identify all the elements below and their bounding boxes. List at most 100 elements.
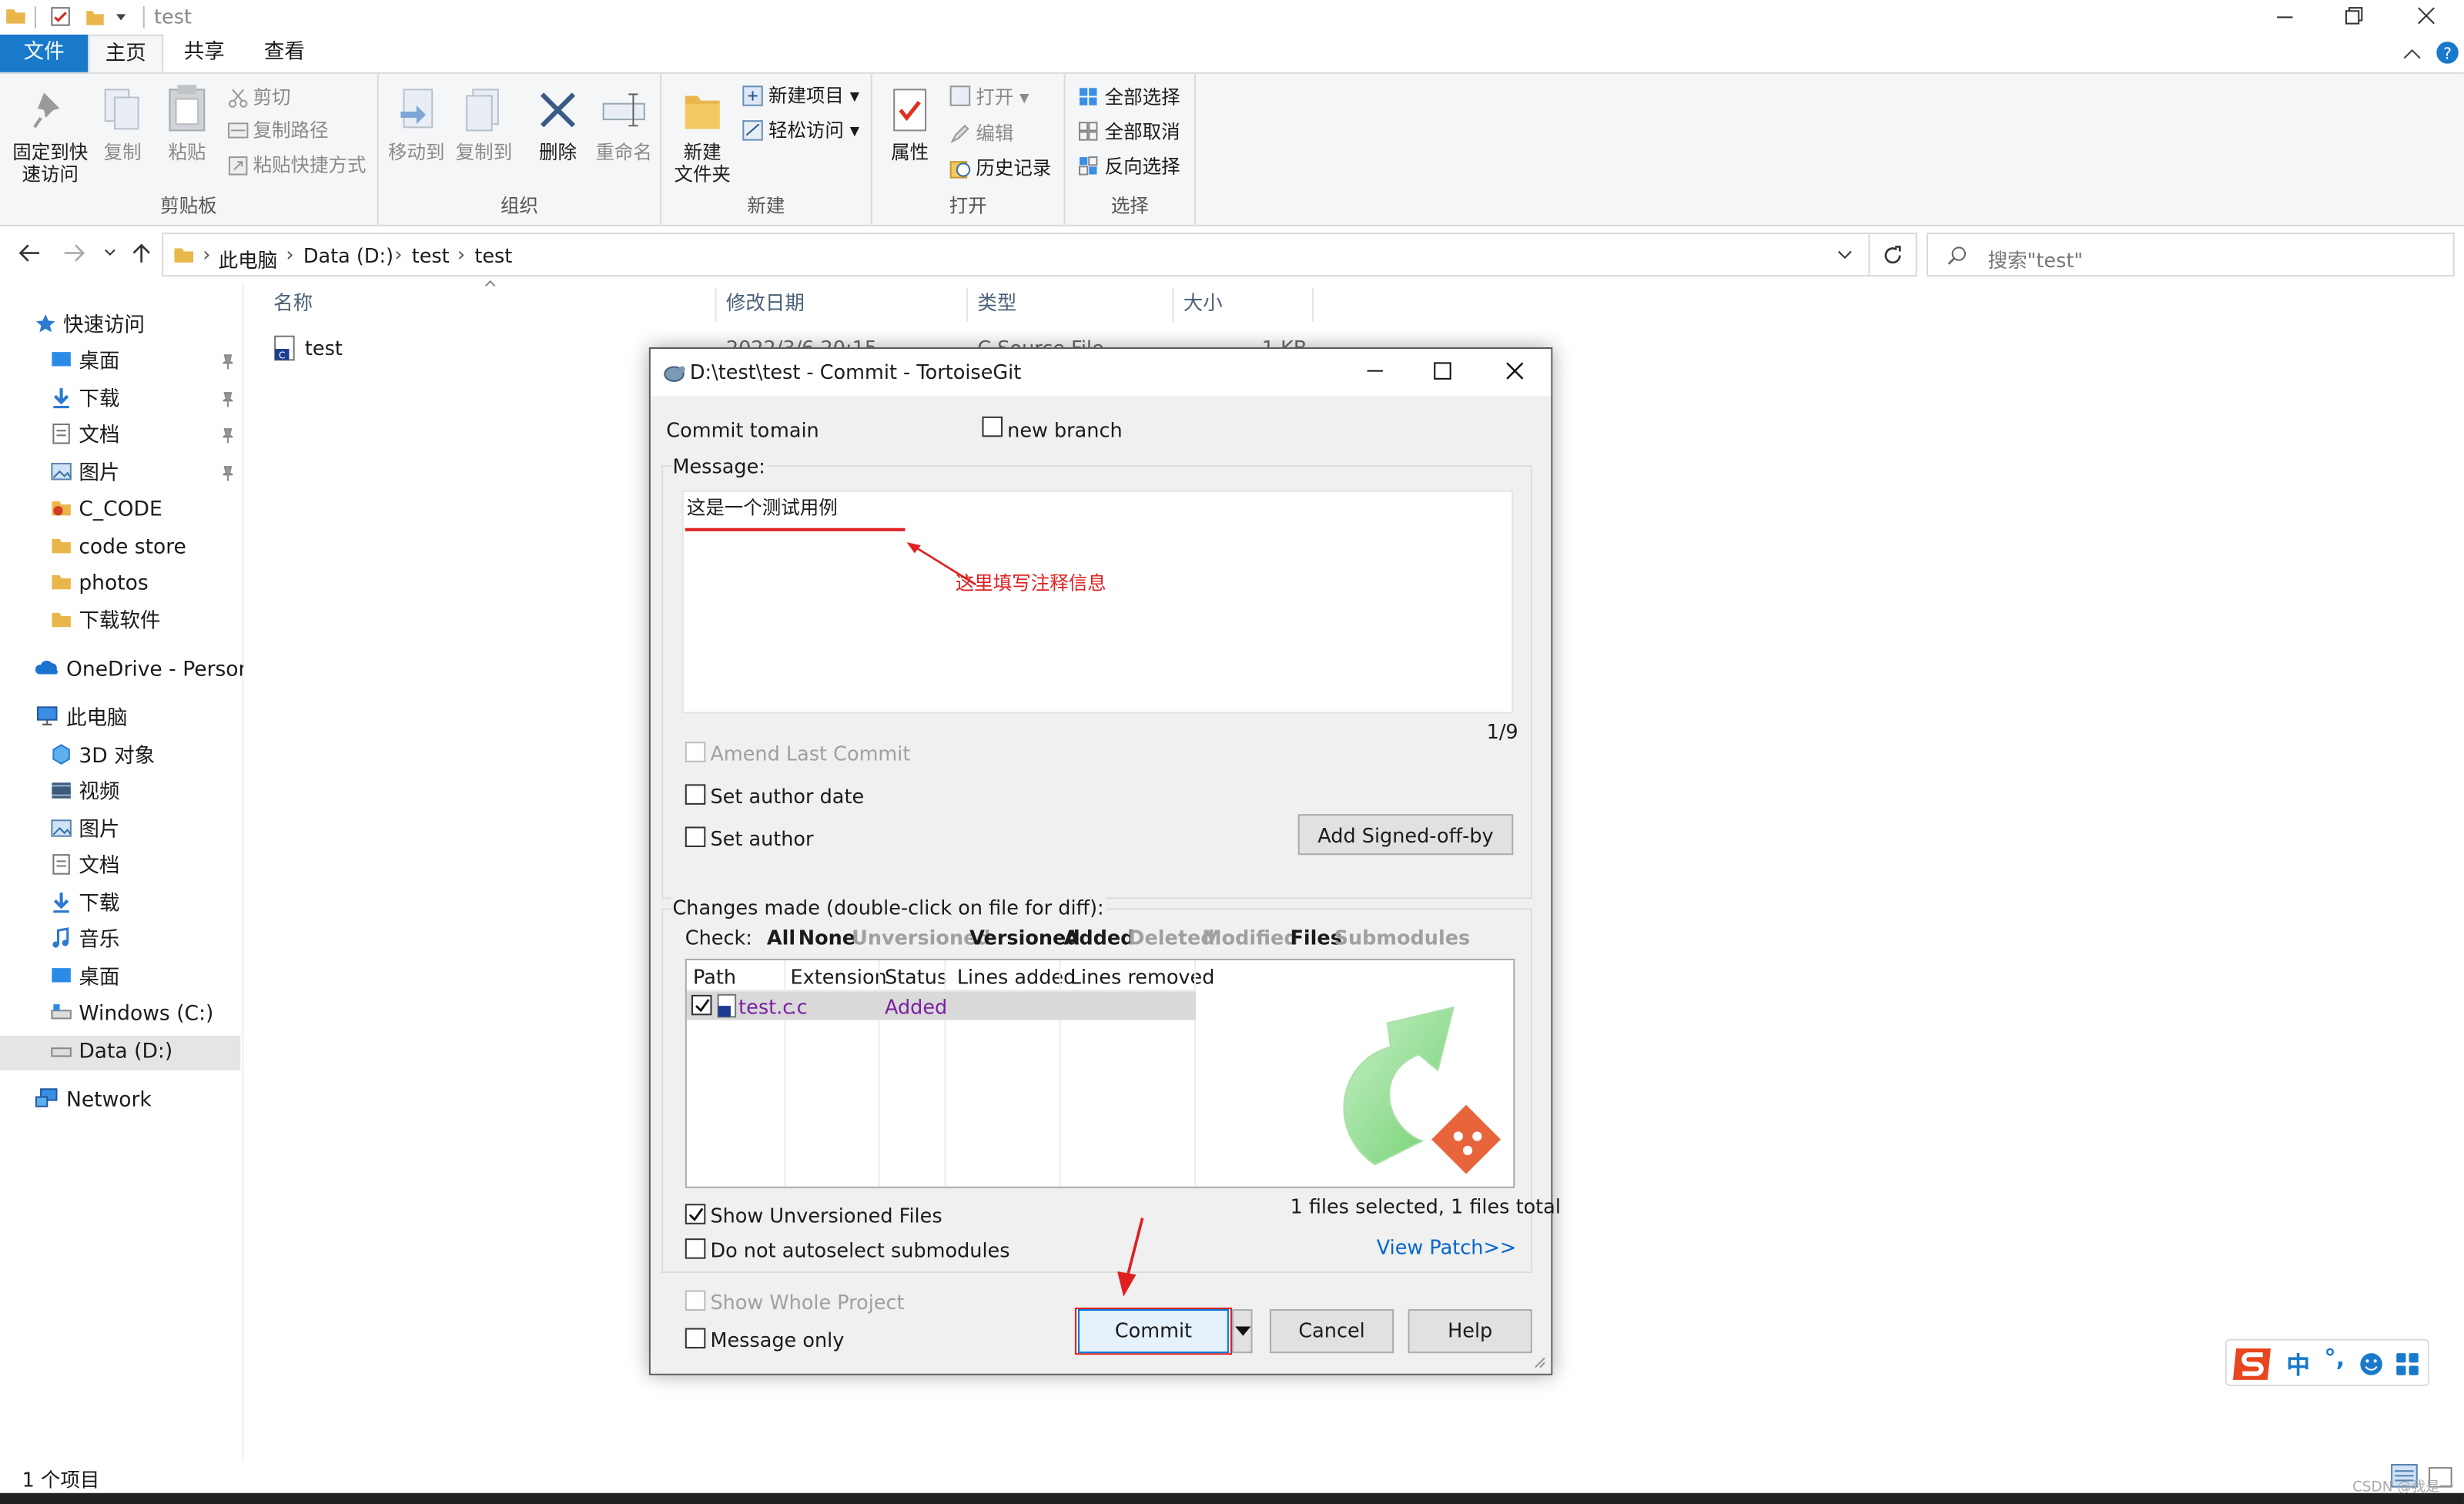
nav-windows-c[interactable]: Windows (C:) (50, 998, 243, 1033)
nav-pictures[interactable]: 图片 (50, 457, 243, 492)
nav-downloads[interactable]: 下载 (50, 384, 243, 418)
maximize-icon[interactable] (1433, 361, 1451, 380)
invert-selection-button[interactable]: 反向选择 (1105, 151, 1180, 183)
ime-toolbar[interactable]: 中 °, (2225, 1338, 2430, 1386)
view-patch-link[interactable]: View Patch>> (1377, 1235, 1516, 1259)
forward-icon[interactable] (63, 243, 85, 262)
new-folder-qat-icon[interactable] (85, 6, 105, 27)
nav-photos[interactable]: photos (50, 568, 243, 602)
toolbox-icon[interactable] (2395, 1352, 2420, 1377)
minimize-icon[interactable] (1365, 361, 1384, 380)
tab-home[interactable]: 主页 (88, 34, 164, 72)
cancel-button[interactable]: Cancel (1269, 1308, 1394, 1354)
filter-all[interactable]: All (767, 926, 795, 950)
select-none-button[interactable]: 全部取消 (1105, 116, 1180, 148)
new-folder-button[interactable]: 新建 文件夹 (665, 142, 740, 186)
collapse-ribbon-icon[interactable] (2402, 45, 2421, 61)
copy-button[interactable]: 复制 (98, 142, 148, 164)
column-header-modified[interactable]: 修改日期 (726, 287, 962, 319)
resize-grip-icon[interactable] (1531, 1353, 1546, 1368)
rename-button[interactable]: 重命名 (592, 142, 655, 164)
nav-c-code[interactable]: C_CODE (50, 494, 243, 528)
no-autoselect-checkbox[interactable] (685, 1238, 706, 1259)
easy-access-button[interactable]: 轻松访问 ▾ (768, 115, 859, 146)
select-all-button[interactable]: 全部选择 (1105, 82, 1180, 113)
search-input[interactable]: 搜索"test" (1927, 233, 2455, 277)
column-header-type[interactable]: 类型 (977, 287, 1166, 319)
pin-quick-access-button[interactable]: 固定到快 速访问 (6, 142, 94, 186)
nav-quick-access[interactable]: 快速访问 (35, 310, 243, 344)
up-icon[interactable] (132, 242, 150, 264)
breadcrumb-test-current[interactable]: test (474, 243, 512, 267)
cut-button[interactable]: 剪切 (253, 82, 291, 113)
filter-added[interactable]: Added (1064, 926, 1135, 950)
new-item-button[interactable]: 新建项目 ▾ (768, 80, 859, 112)
close-icon[interactable] (1505, 361, 1524, 380)
filter-submodules[interactable]: Submodules (1334, 926, 1471, 950)
minimize-icon[interactable] (2275, 8, 2294, 26)
delete-button[interactable]: 删除 (533, 142, 583, 164)
address-dropdown-icon[interactable] (1837, 250, 1853, 260)
filter-modified[interactable]: Modified (1202, 926, 1297, 950)
filter-none[interactable]: None (798, 926, 855, 950)
open-button[interactable]: 打开 ▾ (976, 82, 1029, 113)
nav-pc-pictures[interactable]: 图片 (50, 814, 243, 849)
nav-desktop[interactable]: 桌面 (50, 346, 243, 380)
show-unversioned-checkbox[interactable] (685, 1204, 706, 1224)
breadcrumb-test[interactable]: test (412, 243, 450, 267)
copy-path-button[interactable]: 复制路径 (253, 115, 329, 146)
commit-button[interactable]: Commit (1077, 1308, 1229, 1354)
close-icon[interactable] (2417, 6, 2436, 25)
restore-icon[interactable] (2345, 6, 2363, 25)
add-signed-off-by-button[interactable]: Add Signed-off-by (1297, 814, 1514, 856)
nav-data-d[interactable]: Data (D:) (0, 1035, 241, 1070)
nav-download-software[interactable]: 下载软件 (50, 605, 243, 640)
list-header-path[interactable]: Path (693, 965, 736, 989)
copy-to-button[interactable]: 复制到 (451, 142, 517, 164)
move-to-button[interactable]: 移动到 (385, 142, 448, 164)
address-bar[interactable]: › 此电脑 › Data (D:) › test › test (162, 233, 1870, 277)
nav-pc-desktop[interactable]: 桌面 (50, 962, 243, 997)
nav-pc-downloads[interactable]: 下载 (50, 888, 243, 923)
changes-list[interactable]: Path Extension Status Lines added Lines … (685, 958, 1515, 1188)
amend-last-commit-checkbox[interactable] (685, 742, 706, 762)
nav-music[interactable]: 音乐 (50, 924, 243, 959)
row-checkbox[interactable] (691, 994, 712, 1016)
nav-3d-objects[interactable]: 3D 对象 (50, 740, 243, 775)
recent-locations-icon[interactable] (104, 248, 116, 257)
list-header-status[interactable]: Status (885, 965, 947, 989)
edit-button[interactable]: 编辑 (976, 118, 1013, 149)
history-button[interactable]: 历史记录 (976, 152, 1051, 184)
set-author-checkbox[interactable] (685, 826, 706, 847)
tab-share[interactable]: 共享 (166, 35, 242, 72)
properties-button[interactable]: 属性 (882, 142, 938, 164)
list-header-lines-removed[interactable]: Lines removed (1070, 965, 1215, 989)
paste-shortcut-button[interactable]: 粘贴快捷方式 (253, 149, 367, 181)
list-header-extension[interactable]: Extension (791, 965, 887, 989)
list-header-lines-added[interactable]: Lines added (957, 965, 1076, 989)
new-branch-checkbox[interactable] (982, 416, 1003, 437)
nav-onedrive[interactable]: OneDrive - Persona (35, 654, 243, 688)
breadcrumb-data-d[interactable]: Data (D:) (303, 243, 393, 267)
chevron-down-icon[interactable] (115, 11, 127, 23)
set-author-date-checkbox[interactable] (685, 784, 706, 805)
ime-punct-icon[interactable]: °, (2324, 1344, 2345, 1372)
nav-network[interactable]: Network (35, 1084, 243, 1119)
back-icon[interactable] (18, 243, 41, 262)
ime-lang[interactable]: 中 (2286, 1348, 2310, 1382)
message-only-checkbox[interactable] (685, 1328, 706, 1349)
tab-file[interactable]: 文件 (0, 34, 89, 72)
help-icon[interactable]: ? (2436, 41, 2459, 65)
nav-documents[interactable]: 文档 (50, 420, 243, 454)
tab-view[interactable]: 查看 (246, 35, 322, 72)
emoji-icon[interactable] (2359, 1352, 2384, 1377)
commit-dropdown-button[interactable] (1231, 1308, 1253, 1354)
help-button[interactable]: Help (1408, 1308, 1532, 1354)
refresh-button[interactable] (1870, 233, 1917, 277)
column-header-size[interactable]: 大小 (1183, 287, 1309, 319)
breadcrumb-this-pc[interactable]: 此电脑 (219, 243, 278, 273)
properties-qat-icon[interactable] (50, 6, 71, 27)
paste-button[interactable]: 粘贴 (160, 142, 213, 164)
message-textarea[interactable]: 这是一个测试用例 这里填写注释信息 (681, 490, 1514, 714)
nav-this-pc[interactable]: 此电脑 (35, 702, 243, 737)
